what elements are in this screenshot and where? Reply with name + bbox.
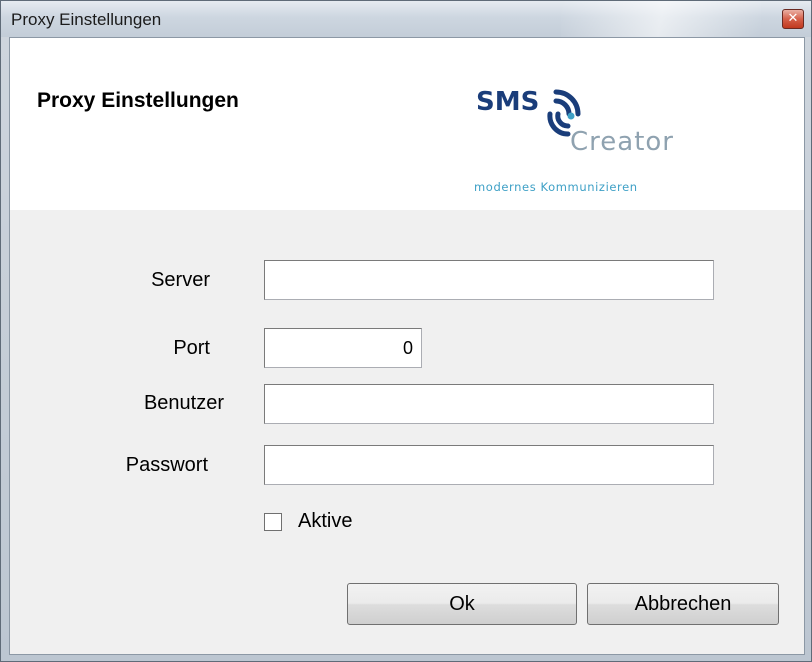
logo-tagline: modernes Kommunizieren (474, 180, 638, 194)
port-input[interactable] (264, 328, 422, 368)
logo-brand-bottom: Creator (570, 127, 674, 157)
user-label: Benutzer (143, 392, 224, 414)
close-button[interactable]: ✕ (782, 9, 804, 29)
logo-arc-lower-inner (555, 111, 571, 129)
close-icon: ✕ (787, 11, 799, 26)
port-label: Port (173, 337, 210, 359)
proxy-settings-dialog: Proxy Einstellungen ✕ Proxy Einstellunge… (0, 0, 812, 662)
server-label: Server (151, 269, 210, 291)
logo-brand-top: SMS (476, 87, 539, 117)
sms-creator-logo: SMS Creator modernes Kommunizieren (468, 80, 738, 200)
dialog-client-area: Proxy Einstellungen SMS Creator modernes… (9, 37, 805, 655)
active-checkbox-label[interactable]: Aktive (298, 510, 352, 533)
title-bar-shine (561, 1, 761, 37)
header-title: Proxy Einstellungen (37, 89, 239, 112)
logo-graphic: SMS Creator (476, 87, 674, 157)
user-input[interactable] (264, 384, 714, 424)
title-bar[interactable]: Proxy Einstellungen ✕ (1, 1, 811, 37)
logo-dot (567, 112, 575, 120)
server-input[interactable] (264, 260, 714, 300)
password-input[interactable] (264, 445, 714, 485)
password-label: Passwort (125, 454, 208, 476)
window-title: Proxy Einstellungen (11, 10, 162, 29)
ok-button[interactable]: Ok (347, 583, 577, 625)
header-panel: Proxy Einstellungen SMS Creator modernes… (10, 38, 804, 210)
active-checkbox[interactable] (264, 513, 282, 531)
cancel-button[interactable]: Abbrechen (587, 583, 779, 625)
